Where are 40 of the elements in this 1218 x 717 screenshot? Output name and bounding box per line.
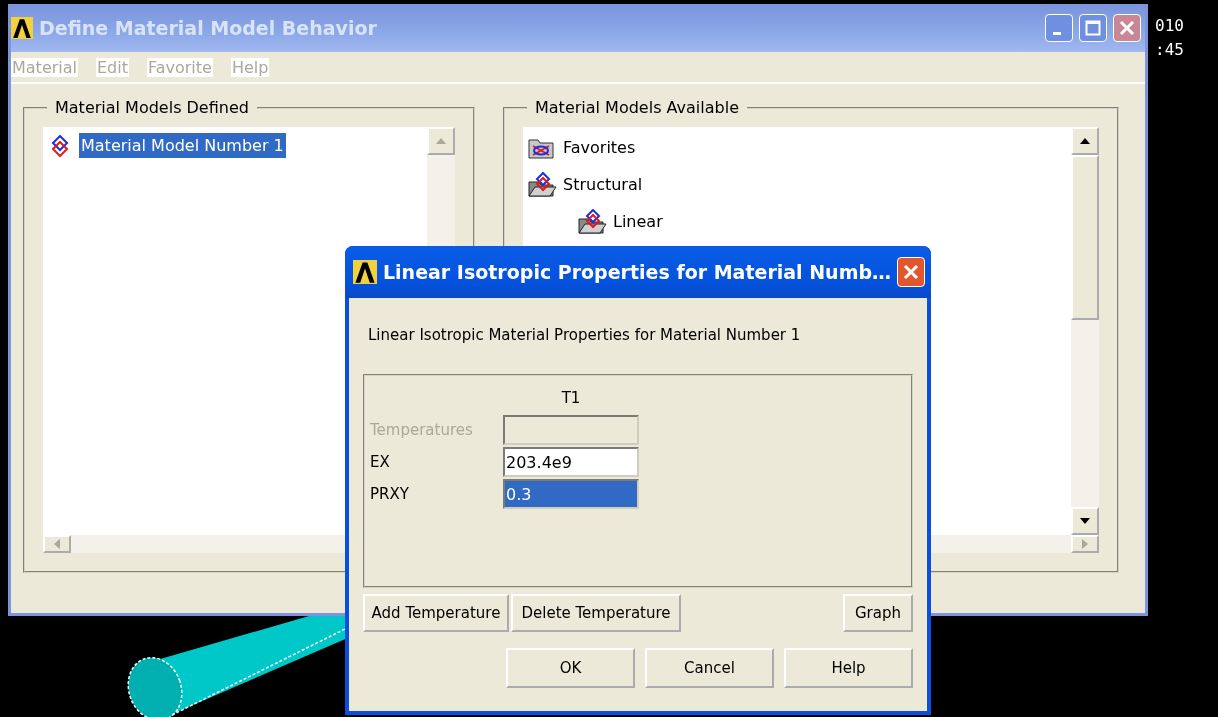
row-label: EX <box>370 453 391 471</box>
close-icon <box>1119 20 1135 36</box>
dialog-button[interactable]: Cancel <box>645 648 774 688</box>
left-arrow-icon <box>52 538 62 550</box>
dialog-button[interactable]: OK <box>506 648 635 688</box>
input-field[interactable]: 203.4e9 <box>503 447 639 477</box>
close-icon <box>902 263 920 281</box>
dialog-button[interactable]: Help <box>784 648 913 688</box>
minimize-icon <box>1053 31 1061 35</box>
clock-text: :45 <box>1155 39 1184 61</box>
maximize-icon <box>1085 20 1101 36</box>
row-label: PRXY <box>370 485 410 503</box>
close-button[interactable] <box>897 257 925 287</box>
clock-text: 010 <box>1155 15 1184 37</box>
up-arrow-icon <box>435 136 447 146</box>
row-label: Temperatures <box>370 421 474 439</box>
tree-item[interactable]: Linear <box>613 212 663 231</box>
tree-item[interactable]: Favorites <box>563 138 636 157</box>
right-arrow-icon <box>1080 538 1090 550</box>
tree-item[interactable]: Structural <box>563 175 643 194</box>
input-field[interactable]: 0.3 <box>503 479 639 509</box>
column-header: T1 <box>561 389 581 407</box>
vertical-scrollbar[interactable] <box>1071 127 1099 535</box>
add-temperature-button[interactable]: Add Temperature <box>363 594 509 632</box>
dialog-heading: Linear Isotropic Material Properties for Material Number 1 <box>367 326 802 344</box>
app-logo-icon <box>11 17 33 39</box>
down-arrow-icon <box>1079 516 1091 526</box>
panel-title: Material Models Defined <box>54 98 250 117</box>
minimize-button[interactable] <box>1045 14 1073 42</box>
maximize-button[interactable] <box>1079 14 1107 42</box>
panel-title: Material Models Available <box>534 98 740 117</box>
material-model-icon <box>51 134 69 157</box>
delete-temperature-button[interactable]: Delete Temperature <box>511 594 681 632</box>
window-title: Define Material Model Behavior <box>39 17 378 39</box>
up-arrow-icon <box>1079 136 1091 146</box>
dialog-title: Linear Isotropic Properties for Material Numb… <box>383 261 892 283</box>
list-item[interactable]: Material Model Number 1 <box>79 133 286 158</box>
app-logo-icon <box>353 260 377 284</box>
close-button[interactable] <box>1113 14 1141 42</box>
graph-button[interactable]: Graph <box>843 594 913 632</box>
